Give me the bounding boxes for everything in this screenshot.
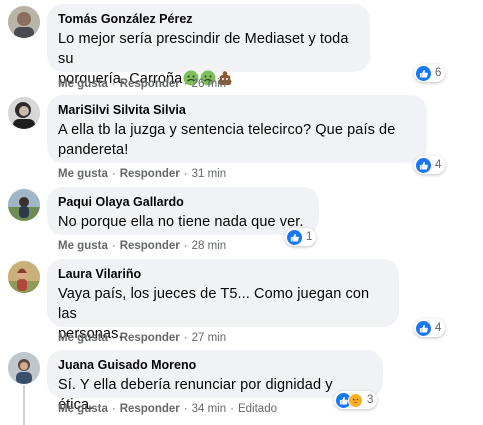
comment-text: A ella tb la juzga y sentencia telecirco… — [58, 120, 415, 160]
reaction-count[interactable]: 3 — [334, 391, 378, 409]
comment-actions: Me gusta · Responder · 27 min — [58, 332, 227, 344]
comment-author[interactable]: Juana Guisado Moreno — [58, 357, 371, 373]
timestamp[interactable]: 26 min — [192, 78, 227, 90]
comment-actions: Me gusta · Responder · 26 min — [58, 78, 227, 90]
avatar[interactable] — [8, 261, 40, 293]
reaction-count[interactable]: 4 — [414, 319, 446, 337]
thread-line — [23, 385, 25, 425]
comment-bubble: Laura Vilariño Vaya país, los jueces de … — [47, 259, 399, 342]
like-link[interactable]: Me gusta — [58, 332, 108, 344]
like-link[interactable]: Me gusta — [58, 403, 108, 415]
reaction-number: 6 — [435, 67, 442, 79]
comment-text-line: Vaya país, los jueces de T5... Como jueg… — [58, 286, 370, 322]
comment-actions: Me gusta · Responder · 34 min · Editado — [58, 403, 277, 415]
reply-link[interactable]: Responder — [120, 403, 180, 415]
comment-author[interactable]: Laura Vilariño — [58, 266, 387, 282]
avatar[interactable] — [8, 189, 40, 221]
edited-label: Editado — [237, 403, 277, 415]
like-icon — [416, 65, 431, 81]
reaction-count[interactable]: 1 — [285, 228, 317, 246]
comment-author[interactable]: Paqui Olaya Gallardo — [58, 194, 307, 210]
reaction-number: 4 — [435, 159, 442, 171]
timestamp[interactable]: 27 min — [192, 332, 227, 344]
reaction-count[interactable]: 6 — [414, 64, 446, 82]
comment-author[interactable]: MariSilvi Silvita Silvia — [58, 102, 415, 118]
reaction-number: 4 — [435, 322, 442, 334]
reply-link[interactable]: Responder — [120, 332, 180, 344]
comment-text-line: pandereta! — [58, 142, 129, 158]
timestamp[interactable]: 34 min — [192, 403, 227, 415]
avatar[interactable] — [8, 352, 40, 384]
timestamp[interactable]: 31 min — [192, 168, 227, 180]
comment-text-line: No porque ella no tiene nada que ver. — [58, 214, 304, 230]
comment-bubble: Paqui Olaya Gallardo No porque ella no t… — [47, 187, 319, 235]
comment-text-line: A ella tb la juzga y sentencia telecirco… — [58, 122, 396, 138]
reaction-count[interactable]: 4 — [414, 156, 446, 174]
comment-bubble: MariSilvi Silvita Silvia A ella tb la ju… — [47, 95, 427, 163]
comment-author[interactable]: Tomás González Pérez — [58, 11, 358, 27]
avatar[interactable] — [8, 97, 40, 129]
like-link[interactable]: Me gusta — [58, 78, 108, 90]
reply-link[interactable]: Responder — [120, 240, 180, 252]
comment-bubble: Tomás González Pérez Lo mejor sería pres… — [47, 4, 370, 87]
avatar[interactable] — [8, 6, 40, 38]
like-link[interactable]: Me gusta — [58, 240, 108, 252]
care-reaction-icon — [348, 392, 363, 408]
reply-link[interactable]: Responder — [120, 78, 180, 90]
like-icon — [287, 229, 302, 245]
comment-actions: Me gusta · Responder · 28 min — [58, 240, 227, 252]
comment-text-line: Lo mejor sería prescindir de Mediaset y … — [58, 31, 349, 67]
reaction-number: 3 — [367, 394, 374, 406]
comment-text: No porque ella no tiene nada que ver. — [58, 212, 307, 232]
reply-link[interactable]: Responder — [120, 168, 180, 180]
comment-bubble: Juana Guisado Moreno Sí. Y ella debería … — [47, 350, 383, 413]
like-link[interactable]: Me gusta — [58, 168, 108, 180]
timestamp[interactable]: 28 min — [192, 240, 227, 252]
like-icon — [416, 320, 431, 336]
reaction-number: 1 — [306, 231, 313, 243]
like-icon — [416, 157, 431, 173]
comment-actions: Me gusta · Responder · 31 min — [58, 168, 227, 180]
